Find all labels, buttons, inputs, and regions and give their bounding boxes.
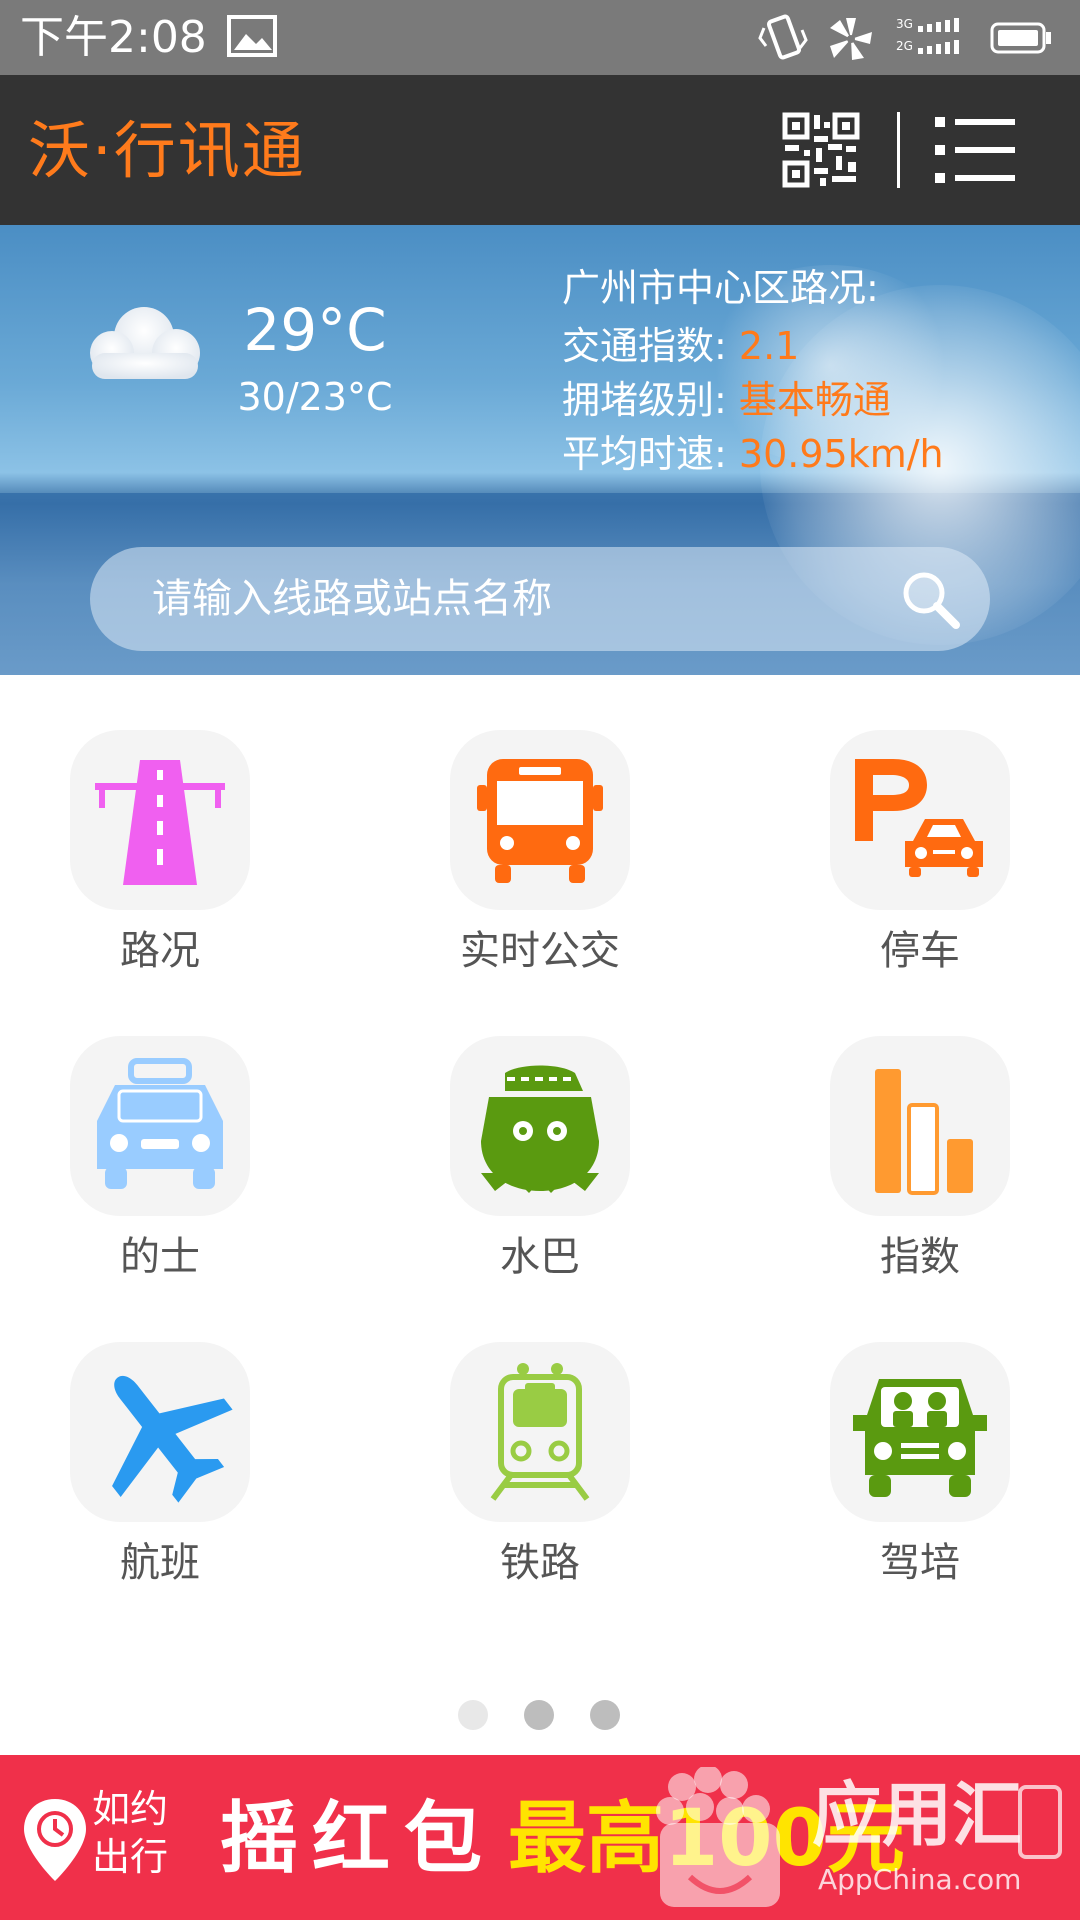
grid-item-water-bus[interactable]: 水巴	[425, 1036, 655, 1296]
tile-background	[450, 730, 630, 910]
traffic-info: 广州市中心区路况: 交通指数: 2.1 拥堵级别: 基本畅通 平均时速: 30.…	[562, 261, 944, 481]
bus-icon	[477, 759, 603, 883]
traffic-index-row: 交通指数: 2.1	[562, 319, 944, 373]
grid-item-taxi[interactable]: 的士	[45, 1036, 275, 1296]
grid-item-road-conditions[interactable]: 路况	[45, 730, 275, 990]
tile-background	[70, 730, 250, 910]
grid-item-label: 路况	[120, 928, 200, 974]
traffic-index-value: 2.1	[738, 324, 800, 368]
taxi-icon	[97, 1058, 223, 1189]
congestion-level-value: 基本畅通	[738, 378, 891, 422]
tile-background	[450, 1036, 630, 1216]
search-input[interactable]: 请输入线路或站点名称	[90, 547, 990, 651]
cloud-icon	[90, 307, 200, 379]
grid-item-label: 铁路	[500, 1540, 580, 1586]
average-speed-row: 平均时速: 30.95km/h	[562, 427, 944, 481]
vibrate-icon	[758, 14, 808, 60]
train-icon	[490, 1363, 590, 1501]
grid-item-railway[interactable]: 铁路	[425, 1342, 655, 1602]
grid-item-realtime-bus[interactable]: 实时公交	[425, 730, 655, 990]
grid-item-label: 航班	[120, 1540, 200, 1586]
grid-item-label: 驾培	[880, 1540, 960, 1586]
page-dot-1[interactable]	[458, 1700, 488, 1730]
page-dot-2[interactable]	[524, 1700, 554, 1730]
battery-icon	[990, 22, 1051, 54]
grid-item-label: 实时公交	[460, 928, 620, 974]
menu-icon[interactable]	[935, 117, 1015, 183]
tile-background	[70, 1036, 250, 1216]
tile-background	[830, 1342, 1010, 1522]
temperature-range: 30/23°C	[237, 375, 393, 419]
index-bars-icon	[875, 1069, 973, 1195]
watermark-subtext: AppChina.com	[818, 1863, 1022, 1896]
weather-traffic-panel: 29°C 30/23°C 广州市中心区路况: 交通指数: 2.1 拥堵级别: 基…	[0, 225, 1080, 675]
app-title: 沃·行讯通	[28, 114, 306, 187]
grid-item-index[interactable]: 指数	[805, 1036, 1035, 1296]
status-bar: 下午2:08 3G 2G	[0, 0, 1080, 75]
search-icon[interactable]	[898, 567, 962, 631]
grid-item-flights[interactable]: 航班	[45, 1342, 275, 1602]
header-divider	[897, 112, 900, 188]
grid-item-parking[interactable]: 停车	[805, 730, 1035, 990]
grid-item-label: 水巴	[500, 1234, 580, 1280]
current-temperature: 29°C	[243, 296, 387, 364]
app-bar: 沃·行讯通	[0, 75, 1080, 225]
road-icon	[95, 760, 225, 885]
grid-item-label: 的士	[120, 1234, 200, 1280]
image-notification-icon	[227, 15, 277, 57]
tile-background	[830, 730, 1010, 910]
page-dot-3[interactable]	[590, 1700, 620, 1730]
promo-banner[interactable]: 如约出行 摇红包 最高100元 应用汇 AppChina.com	[0, 1755, 1080, 1920]
svg-text:2G: 2G	[896, 39, 913, 53]
qr-code-icon[interactable]	[782, 112, 860, 188]
airplane-icon	[112, 1375, 233, 1503]
tile-background	[830, 1036, 1010, 1216]
tile-background	[450, 1342, 630, 1522]
signal-icon: 3G 2G	[896, 17, 959, 54]
tile-background	[70, 1342, 250, 1522]
flower-icon	[830, 18, 872, 60]
banner-brand: 如约出行	[92, 1787, 169, 1879]
banner-promo: 摇红包	[220, 1794, 497, 1884]
water-bus-icon	[481, 1065, 599, 1193]
driving-school-icon	[853, 1379, 987, 1497]
traffic-title: 广州市中心区路况:	[562, 266, 879, 310]
watermark-text: 应用汇	[812, 1774, 1022, 1856]
search-placeholder: 请输入线路或站点名称	[152, 576, 552, 622]
location-pin-icon	[24, 1799, 86, 1881]
average-speed-label: 平均时速:	[562, 432, 727, 476]
grid-item-driving-school[interactable]: 驾培	[805, 1342, 1035, 1602]
congestion-level-label: 拥堵级别:	[562, 378, 727, 422]
page-indicator	[458, 1700, 628, 1732]
grid-item-label: 停车	[880, 928, 960, 974]
svg-text:3G: 3G	[896, 17, 913, 31]
traffic-index-label: 交通指数:	[562, 324, 727, 368]
grid-item-label: 指数	[880, 1234, 960, 1280]
congestion-level-row: 拥堵级别: 基本畅通	[562, 373, 944, 427]
parking-icon	[855, 759, 983, 877]
status-time: 下午2:08	[20, 12, 207, 63]
average-speed-value: 30.95km/h	[738, 432, 944, 476]
